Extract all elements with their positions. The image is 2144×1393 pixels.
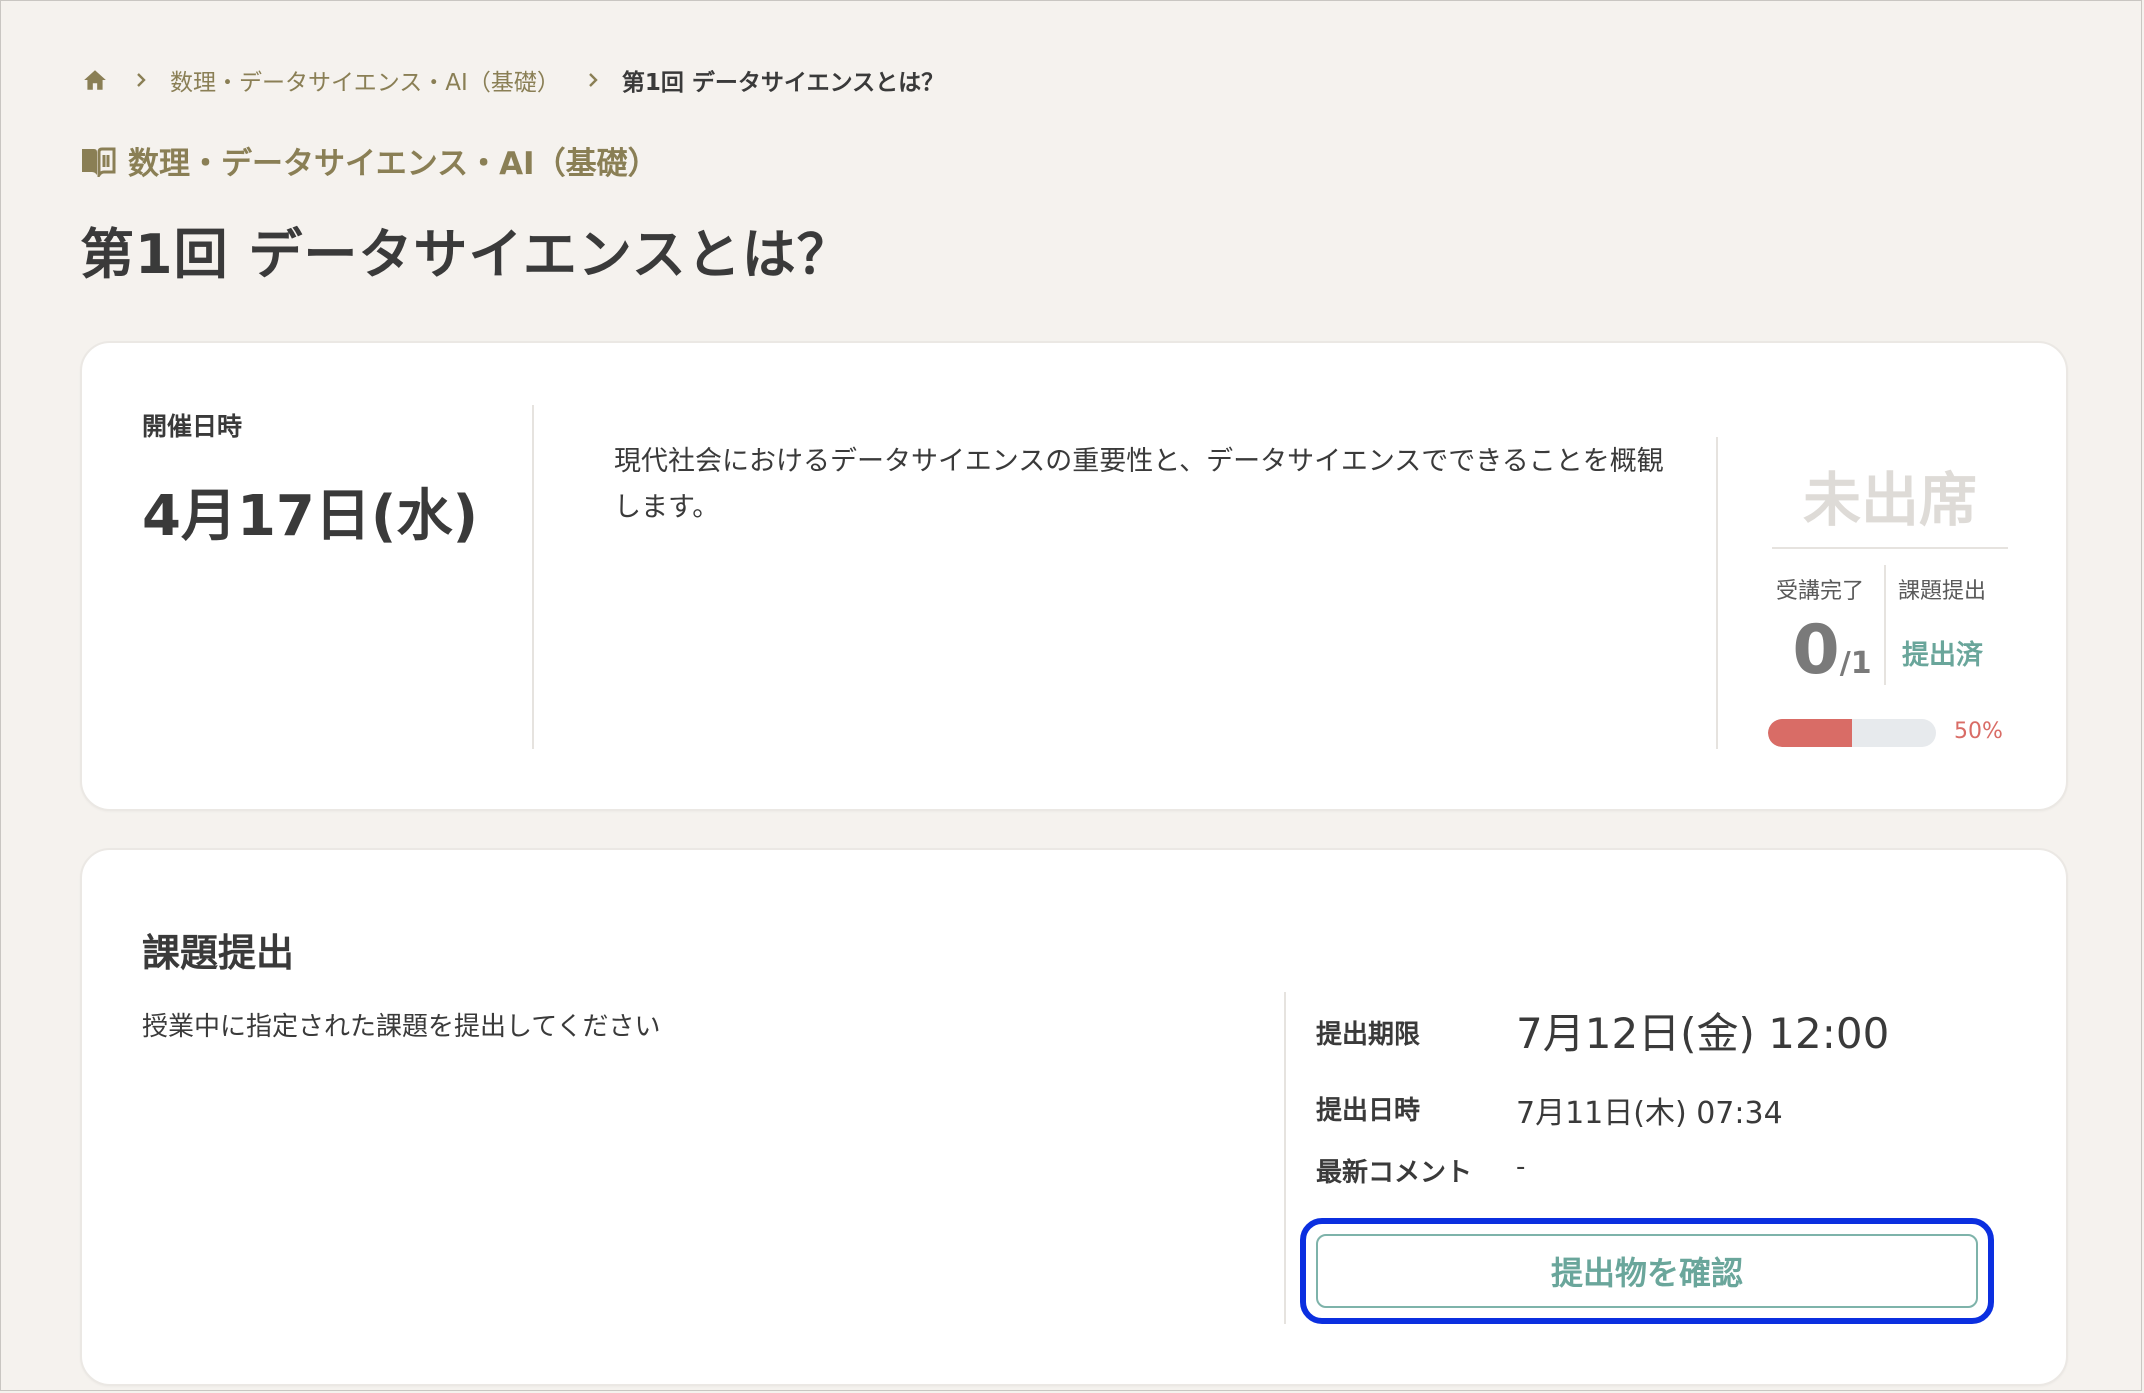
breadcrumb-current: 第1回 データサイエンスとは？ [621,70,945,96]
session-card: 開催日時 4月17日(水) 現代社会におけるデータサイエンスの重要性と、データサ… [80,341,2068,811]
divider [1716,437,1718,749]
session-description: 現代社会におけるデータサイエンスの重要性と、データサイエンスでできることを概観し… [614,446,1664,523]
home-icon[interactable] [82,67,108,93]
course-name: 数理・データサイエンス・AI（基礎） [128,146,659,182]
progress-percent: 50% [1954,719,2003,744]
comment-label: 最新コメント [1316,1158,1473,1188]
divider [1284,992,1286,1324]
submit-status: 提出済 [1902,640,1983,671]
breadcrumb-course-link[interactable]: 数理・データサイエンス・AI（基礎） [170,63,560,97]
breadcrumb: 数理・データサイエンス・AI（基礎） 第1回 データサイエンスとは？ [82,62,944,98]
attend-label: 受講完了 [1776,579,1865,604]
deadline-value: 7月12日(金) 12:00 [1516,1009,1890,1058]
attendance-status: 未出席 [1802,466,1977,534]
check-submission-button[interactable]: 提出物を確認 [1316,1234,1978,1308]
assignment-card: 課題提出 授業中に指定された課題を提出してください 提出期限 7月12日(金) … [80,848,2068,1386]
attend-done: 0 [1792,611,1840,690]
comment-value: - [1516,1152,1526,1182]
attend-count: 0/1 [1792,611,1872,690]
chevron-right-icon [586,73,600,87]
date-value: 4月17日(水) [142,484,479,549]
assignment-title: 課題提出 [142,931,295,975]
submit-label: 課題提出 [1898,579,1987,604]
divider [1884,565,1886,685]
divider [532,405,534,749]
submitted-value: 7月11日(木) 07:34 [1516,1096,1783,1131]
progress-bar [1768,719,1936,747]
course-heading: 数理・データサイエンス・AI（基礎） [80,138,659,183]
attend-total: /1 [1839,646,1872,681]
deadline-label: 提出期限 [1316,1020,1421,1050]
submitted-label: 提出日時 [1316,1096,1421,1126]
date-label: 開催日時 [142,412,243,441]
page-title: 第1回 データサイエンスとは？ [80,223,852,286]
progress-fill [1768,719,1852,747]
divider [1772,547,2008,549]
assignment-description: 授業中に指定された課題を提出してください [142,1012,661,1042]
book-icon [80,145,116,177]
chevron-right-icon [134,73,148,87]
